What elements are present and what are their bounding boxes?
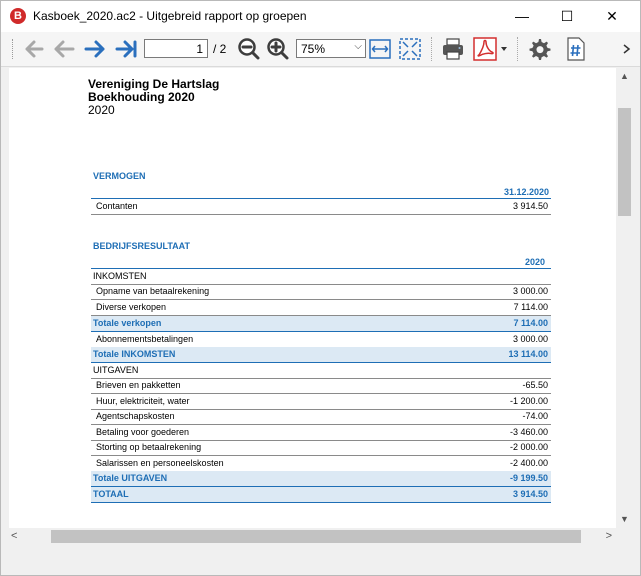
previous-page-icon[interactable] — [52, 37, 76, 61]
page-numbering-icon[interactable] — [564, 37, 588, 61]
report-year: 2020 — [88, 103, 115, 117]
row-label: Opname van betaalrekening — [96, 286, 210, 296]
fit-width-icon[interactable] — [368, 37, 392, 61]
fit-page-icon[interactable] — [398, 37, 422, 61]
row-amount: -1 200.00 — [509, 396, 548, 406]
status-bar — [1, 549, 640, 575]
table-row: Salarissen en personeelskosten -2 400.00 — [91, 456, 551, 472]
vertical-scroll-thumb[interactable] — [618, 108, 631, 216]
zoom-in-icon[interactable] — [266, 37, 290, 61]
row-label: Storting op betaalrekening — [96, 442, 202, 452]
row-amount: 7 114.00 — [513, 318, 548, 328]
row-label: Brieven en pakketten — [96, 380, 181, 390]
table-row: Brieven en pakketten -65.50 — [91, 378, 551, 394]
scroll-down-icon[interactable]: ▼ — [616, 511, 633, 528]
vertical-scrollbar[interactable]: ▲ ▼ — [616, 68, 633, 528]
section-resultaat-title: BEDRIJFSRESULTAAT — [93, 241, 191, 251]
column-header-year: 2020 — [524, 257, 545, 267]
toolbar-grip[interactable] — [12, 39, 16, 59]
row-label: TOTAAL — [93, 489, 129, 499]
table-row: Agentschapskosten -74.00 — [91, 409, 551, 425]
last-page-icon[interactable] — [114, 37, 138, 61]
pdf-menu-chevron-icon[interactable] — [499, 37, 509, 61]
toolbar-separator — [431, 37, 433, 61]
pdf-icon[interactable] — [473, 37, 497, 61]
page-total: / 2 — [213, 42, 227, 56]
row-amount: 3 914.50 — [512, 201, 548, 211]
page-number-input[interactable]: 1 — [144, 39, 208, 58]
report-viewport[interactable]: Vereniging De Hartslag Boekhouding 2020 … — [9, 68, 616, 528]
org-name: Vereniging De Hartslag — [88, 77, 220, 91]
banana-icon: B — [10, 8, 26, 24]
print-icon[interactable] — [441, 37, 465, 61]
row-label: Abonnementsbetalingen — [96, 334, 194, 344]
row-label: Betaling voor goederen — [96, 427, 190, 437]
column-header-date: 31.12.2020 — [503, 187, 549, 197]
grand-total-row: TOTAAL 3 914.50 — [91, 487, 551, 503]
row-label: Huur, elektriciteit, water — [96, 396, 190, 406]
row-amount: -74.00 — [522, 411, 548, 421]
row-amount: -9 199.50 — [509, 473, 548, 483]
table-row: Diverse verkopen 7 114.00 — [91, 300, 551, 316]
row-label: Diverse verkopen — [96, 302, 167, 312]
total-row: Totale verkopen 7 114.00 — [91, 316, 551, 332]
minimize-button[interactable]: — — [499, 1, 545, 32]
table-row: Abonnementsbetalingen 3 000.00 — [91, 332, 551, 348]
total-row: Totale INKOMSTEN 13 114.00 — [91, 347, 551, 363]
row-label: Totale INKOMSTEN — [93, 349, 176, 359]
table-row: Huur, elektriciteit, water -1 200.00 — [91, 394, 551, 410]
report-window: B Kasboek_2020.ac2 - Uitgebreid rapport … — [0, 0, 641, 576]
row-amount: -2 000.00 — [509, 442, 548, 452]
report-page: Vereniging De Hartslag Boekhouding 2020 … — [9, 68, 616, 528]
toolbar-separator — [517, 37, 519, 61]
row-label: Agentschapskosten — [96, 411, 175, 421]
scroll-up-icon[interactable]: ▲ — [616, 68, 633, 85]
table-row: Storting op betaalrekening -2 000.00 — [91, 440, 551, 456]
toolbar-overflow-icon[interactable] — [621, 37, 633, 61]
table-row: Opname van betaalrekening 3 000.00 — [91, 284, 551, 300]
section-vermogen-title: VERMOGEN — [93, 171, 146, 181]
horizontal-scrollbar[interactable]: < > — [9, 528, 616, 545]
window-title: Kasboek_2020.ac2 - Uitgebreid rapport op… — [33, 9, 307, 23]
row-label: Contanten — [96, 201, 138, 211]
table-row: Betaling voor goederen -3 460.00 — [91, 425, 551, 441]
group-header-uitgaven: UITGAVEN — [91, 363, 551, 379]
zoom-select[interactable]: 75% ⌵ — [296, 39, 366, 58]
row-label: Totale verkopen — [93, 318, 162, 328]
next-page-icon[interactable] — [83, 37, 107, 61]
scroll-right-icon[interactable]: > — [606, 528, 612, 545]
total-row: Totale UITGAVEN -9 199.50 — [91, 471, 551, 487]
zoom-out-icon[interactable] — [237, 37, 261, 61]
maximize-button[interactable]: ☐ — [544, 1, 590, 32]
group-header-inkomsten: INKOMSTEN — [91, 269, 551, 285]
row-amount: 3 000.00 — [512, 286, 548, 296]
title-bar: B Kasboek_2020.ac2 - Uitgebreid rapport … — [1, 1, 640, 32]
row-amount: -3 460.00 — [509, 427, 548, 437]
row-label: UITGAVEN — [93, 365, 139, 375]
chevron-down-icon: ⌵ — [354, 41, 362, 52]
row-amount: 7 114.00 — [513, 302, 548, 312]
zoom-value: 75% — [301, 42, 326, 56]
row-amount: 3 000.00 — [512, 334, 548, 344]
report-subtitle: Boekhouding 2020 — [88, 90, 195, 104]
close-button[interactable]: ✕ — [589, 1, 635, 32]
settings-icon[interactable] — [527, 37, 551, 61]
row-amount: -2 400.00 — [509, 458, 548, 468]
scroll-left-icon[interactable]: < — [11, 528, 17, 545]
row-label: Totale UITGAVEN — [93, 473, 168, 483]
row-amount: -65.50 — [522, 380, 548, 390]
row-amount: 13 114.00 — [508, 349, 548, 359]
table-row: Contanten 3 914.50 — [91, 199, 551, 215]
row-label: INKOMSTEN — [93, 271, 147, 281]
row-amount: 3 914.50 — [512, 489, 548, 499]
horizontal-scroll-thumb[interactable] — [51, 530, 581, 543]
first-page-icon[interactable] — [21, 37, 45, 61]
row-label: Salarissen en personeelskosten — [96, 458, 224, 468]
